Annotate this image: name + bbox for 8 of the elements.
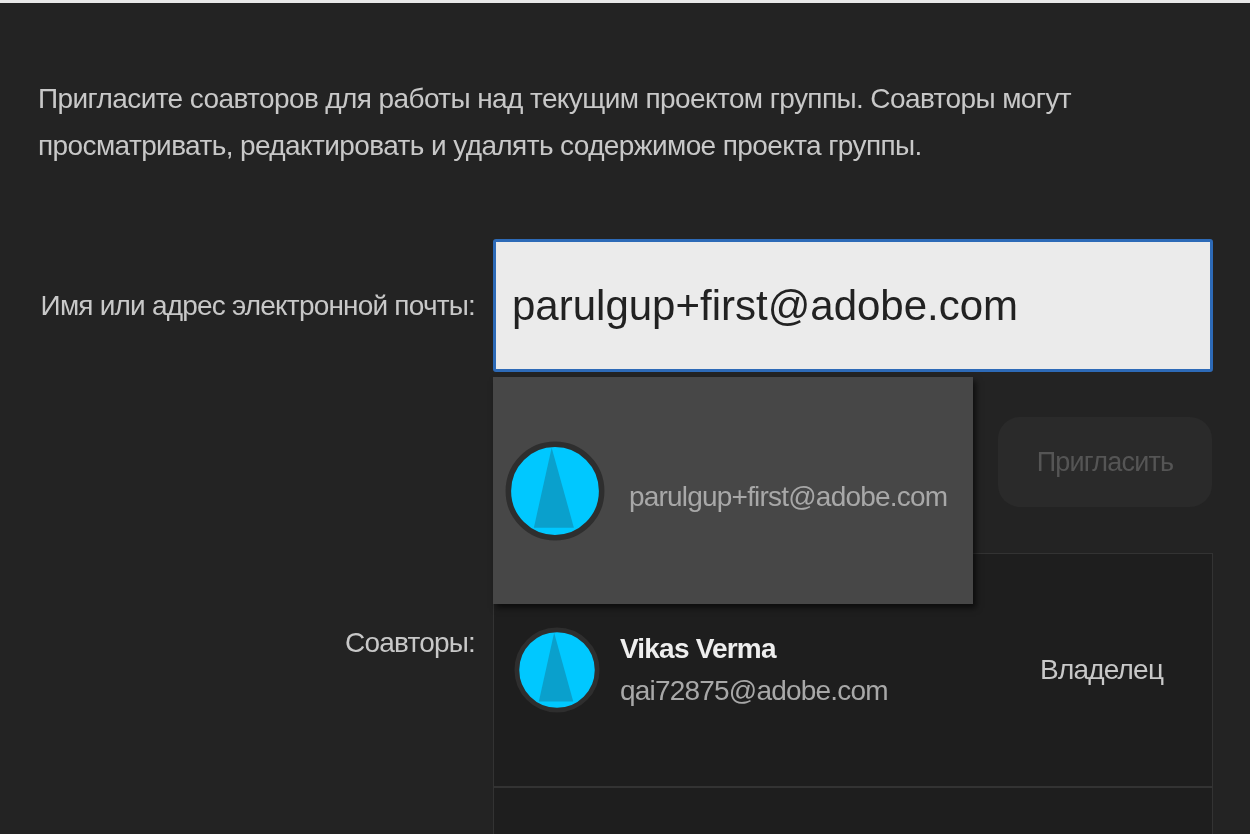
- email-field[interactable]: parulgup+first@adobe.com: [493, 239, 1213, 372]
- suggestion-item[interactable]: parulgup+first@adobe.com: [493, 377, 973, 604]
- collaborator-email: qai72875@adobe.com: [620, 675, 889, 707]
- field-label: Имя или адрес электронной почты:: [39, 289, 476, 323]
- collaborators-label: Соавторы:: [344, 626, 476, 660]
- collaborator-role: Владелец: [1040, 654, 1164, 686]
- collaborator-name: Vikas Verma: [620, 633, 778, 665]
- description-text: Пригласите соавторов для работы над текущим проектом группы. Соавторы могут просматривать, редактировать и удалять содержимое проекта группы.: [38, 82, 1072, 163]
